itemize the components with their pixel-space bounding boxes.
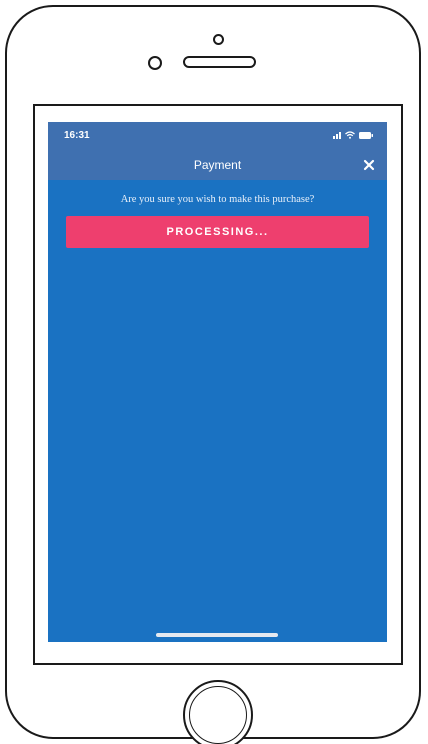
page: 16:31 Payment Are you sure you wish to m… [0, 0, 428, 744]
close-icon[interactable] [363, 158, 375, 171]
home-button[interactable] [183, 680, 253, 744]
app-screen: 16:31 Payment Are you sure you wish to m… [48, 122, 387, 642]
processing-button[interactable]: PROCESSING... [66, 216, 369, 248]
page-title: Payment [193, 158, 242, 172]
status-icons [333, 131, 373, 139]
header: Payment [48, 150, 387, 180]
speaker-slot [183, 56, 256, 68]
front-camera [148, 56, 162, 70]
confirm-purchase-text: Are you sure you wish to make this purch… [120, 194, 315, 205]
home-button-ring [189, 686, 247, 744]
earpiece-dot [213, 34, 224, 45]
signal-icon [333, 131, 341, 139]
battery-icon [359, 132, 373, 139]
home-indicator[interactable] [156, 633, 278, 637]
wifi-icon [345, 131, 355, 139]
status-time: 16:31 [64, 130, 90, 141]
status-bar: 16:31 [48, 122, 387, 150]
